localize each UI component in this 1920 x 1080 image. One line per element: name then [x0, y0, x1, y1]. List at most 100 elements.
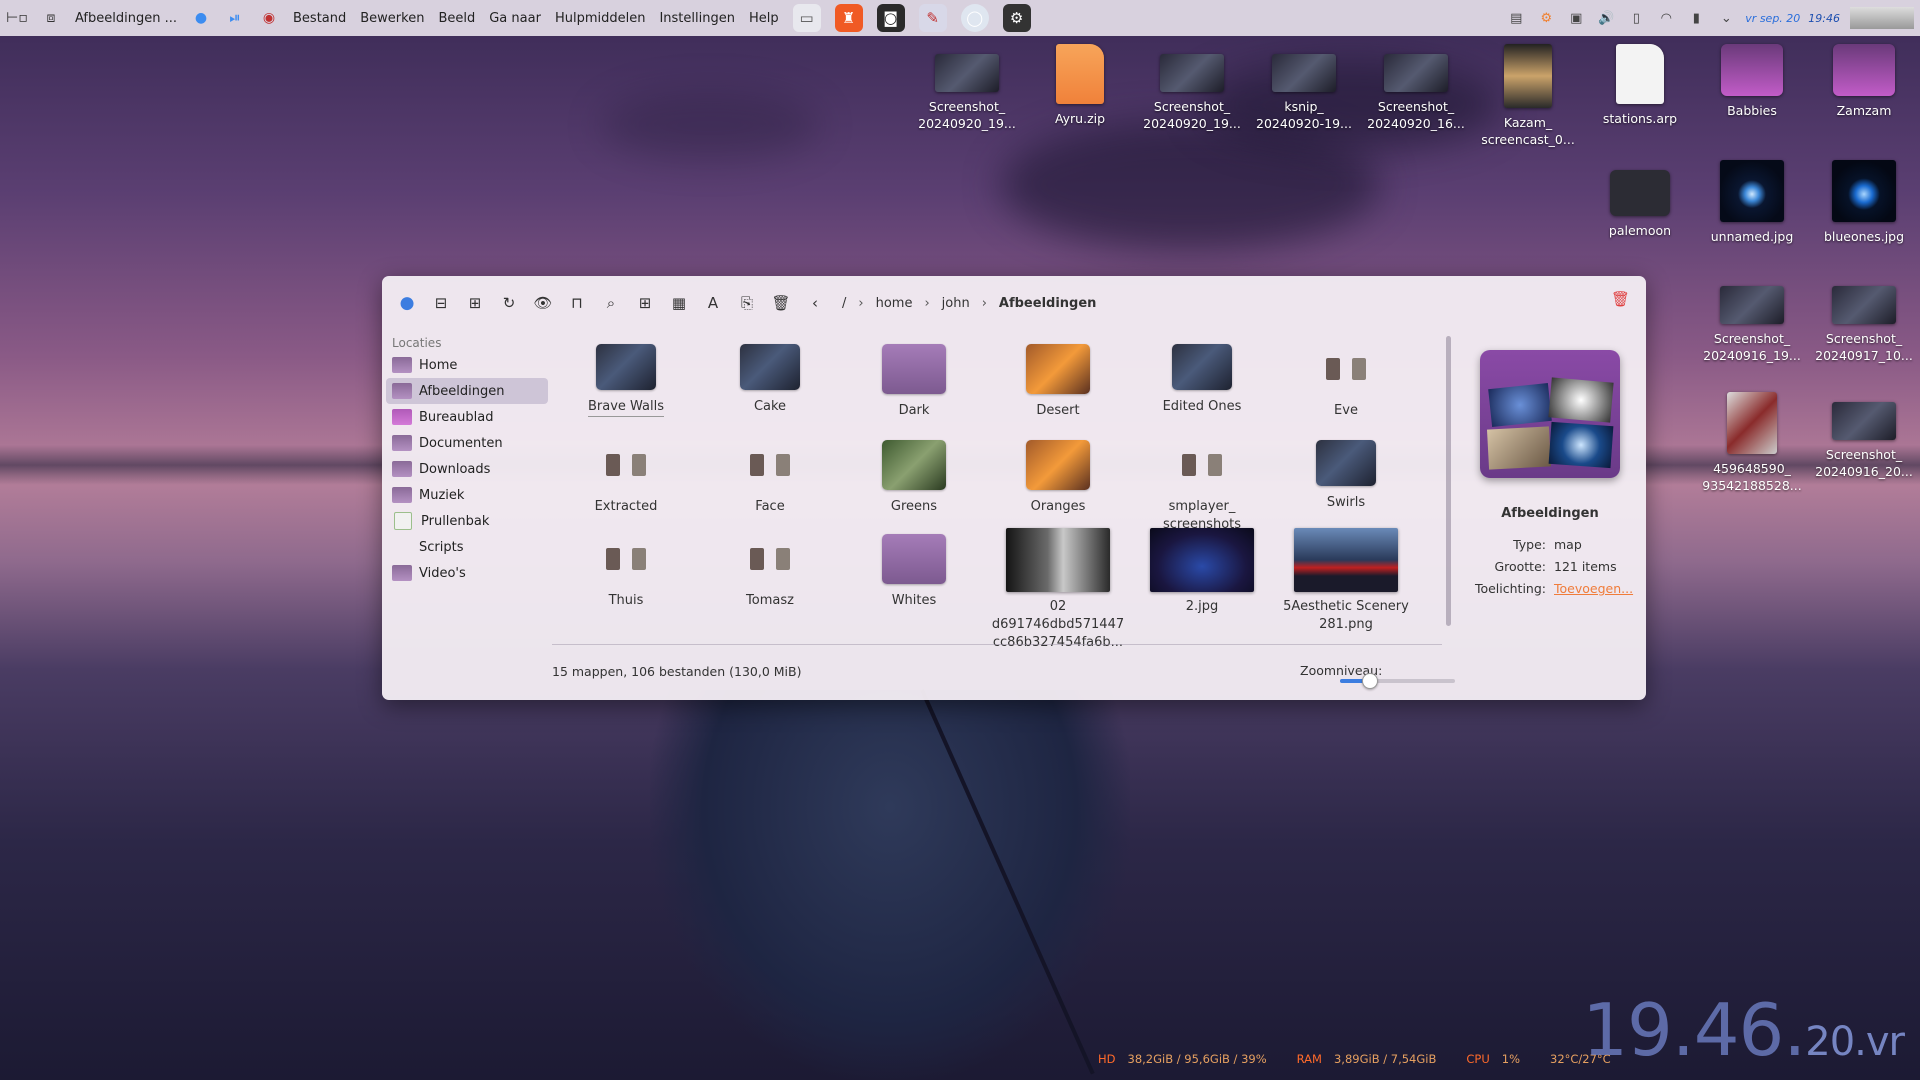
icons-view-icon[interactable]: ⊞	[632, 290, 658, 316]
tray-time[interactable]: 19:46	[1808, 12, 1840, 25]
desktop-icon[interactable]: unnamed.jpg	[1698, 160, 1806, 245]
item-label: 5Aesthetic Scenery 281.png	[1283, 599, 1409, 632]
desktop-icon[interactable]: Kazam_ screencast_0...	[1474, 44, 1582, 148]
moon-app-icon[interactable]: ◯	[960, 4, 989, 32]
camera-app-icon[interactable]: ◙	[876, 4, 905, 32]
record-dot-icon[interactable]: ●	[190, 7, 212, 29]
desktop-icon[interactable]: stations.arp	[1586, 44, 1694, 127]
active-window-title[interactable]: Afbeeldingen ...	[75, 11, 177, 26]
media-play-pause-icon[interactable]: ⏯	[224, 7, 246, 29]
chevron-down-icon[interactable]: ⌄	[1715, 7, 1737, 29]
desktop-icon[interactable]: Ayru.zip	[1026, 44, 1134, 127]
menu-item-hulpmiddelen[interactable]: Hulpmiddelen	[555, 11, 646, 26]
chat-icon[interactable]: ▤	[1505, 7, 1527, 29]
brave-icon[interactable]: ♜	[834, 4, 863, 32]
system-monitor-widget[interactable]	[1850, 7, 1914, 29]
folder-item[interactable]: Oranges	[986, 440, 1130, 516]
folder-item[interactable]: Dark	[842, 344, 986, 420]
item-label: Tomasz	[746, 593, 794, 608]
sidebar-item-muziek[interactable]: Muziek	[386, 482, 548, 508]
folder-icon	[882, 344, 946, 394]
menu-item-ga-naar[interactable]: Ga naar	[489, 11, 541, 26]
desktop-icon[interactable]: ksnip_ 20240920-19...	[1250, 44, 1358, 132]
reload-icon[interactable]: ↻	[496, 290, 522, 316]
sidebar-item-prullenbak[interactable]: Prullenbak	[386, 508, 548, 534]
screenshot-icon[interactable]: ⧈	[40, 7, 62, 29]
breadcrumb-home[interactable]: home	[876, 296, 913, 311]
sidebar-item-home[interactable]: Home	[386, 352, 548, 378]
update-icon[interactable]: ⚙	[1535, 7, 1557, 29]
folder-item[interactable]: Cake	[698, 344, 842, 416]
new-file-icon[interactable]: ⎘	[734, 290, 760, 316]
image-thumbnail	[1150, 528, 1254, 592]
desktop-icon[interactable]: Screenshot_ 20240916_20...	[1810, 392, 1918, 480]
zoom-slider-handle[interactable]	[1361, 673, 1378, 689]
volume-icon[interactable]: 🔊	[1595, 7, 1617, 29]
desktop-icon[interactable]: 459648590_ 93542188528...	[1698, 392, 1806, 494]
desktop-icon[interactable]: Screenshot_ 20240917_10...	[1810, 276, 1918, 364]
folder-item[interactable]: Face	[698, 440, 842, 516]
menu-item-bewerken[interactable]: Bewerken	[360, 11, 424, 26]
panel-sidebar-icon[interactable]: ⊢▫	[6, 7, 28, 29]
add-comment-link[interactable]: Toevoegen...	[1554, 581, 1633, 596]
desktop-icon[interactable]: Screenshot_ 20240916_19...	[1698, 276, 1806, 364]
breadcrumb-john[interactable]: john	[942, 296, 970, 311]
panels-icon[interactable]: ⊞	[462, 290, 488, 316]
menu-item-help[interactable]: Help	[749, 11, 779, 26]
tray-date[interactable]: vr sep. 20	[1745, 12, 1800, 25]
desktop-icon[interactable]: Babbies	[1698, 44, 1806, 119]
folder-item[interactable]: Whites	[842, 534, 986, 610]
back-icon[interactable]: ‹	[802, 290, 828, 316]
rename-icon[interactable]: A	[700, 290, 726, 316]
dolphin-menu-icon[interactable]: ●	[394, 290, 420, 316]
desktop-icon-label: 459648590_ 93542188528...	[1702, 461, 1802, 493]
scrollbar[interactable]	[1446, 336, 1451, 626]
settings-app-icon[interactable]: ⚙	[1002, 4, 1031, 32]
image-file-item[interactable]: 2.jpg	[1130, 528, 1274, 616]
desktop-icon[interactable]: Screenshot_ 20240920_16...	[1362, 44, 1470, 132]
sidebar-item-downloads[interactable]: Downloads	[386, 456, 548, 482]
close-trash-icon[interactable]: 🗑	[1611, 290, 1630, 308]
battery-icon[interactable]: ▮	[1685, 7, 1707, 29]
sidebar-item-afbeeldingen[interactable]: Afbeeldingen	[386, 378, 548, 404]
image-file-item[interactable]: 5Aesthetic Scenery 281.png	[1274, 528, 1418, 634]
menu-item-bestand[interactable]: Bestand	[293, 11, 346, 26]
folder-item[interactable]: Extracted	[554, 440, 698, 516]
folder-item[interactable]: Edited Ones	[1130, 344, 1274, 416]
desktop-icon[interactable]: palemoon	[1586, 160, 1694, 239]
network-icon[interactable]: ◠	[1655, 7, 1677, 29]
split-view-icon[interactable]: ⊟	[428, 290, 454, 316]
folder-item[interactable]: Swirls	[1274, 440, 1418, 512]
bookmark-icon[interactable]: ⊓	[564, 290, 590, 316]
breadcrumb-current[interactable]: Afbeeldingen	[999, 296, 1097, 311]
folder-item[interactable]: smplayer_ screenshots	[1130, 440, 1274, 534]
desktop-icon[interactable]: blueones.jpg	[1810, 160, 1918, 245]
menu-item-instellingen[interactable]: Instellingen	[659, 11, 735, 26]
folder-item[interactable]: Greens	[842, 440, 986, 516]
sidebar-item-documenten[interactable]: Documenten	[386, 430, 548, 456]
preview-icon[interactable]: 👁	[530, 290, 556, 316]
folder-item[interactable]: Desert	[986, 344, 1130, 420]
folder-item[interactable]: Eve	[1274, 344, 1418, 420]
details-view-icon[interactable]: ▦	[666, 290, 692, 316]
folder-item[interactable]: Thuis	[554, 534, 698, 610]
delete-icon[interactable]: 🗑	[768, 290, 794, 316]
sidebar-item-scripts[interactable]: Scripts	[386, 534, 548, 560]
folder-item[interactable]: Tomasz	[698, 534, 842, 610]
sidebar-item-bureaublad[interactable]: Bureaublad	[386, 404, 548, 430]
search-icon[interactable]: ⌕	[598, 290, 624, 316]
files-app-icon[interactable]: ▭	[792, 4, 821, 32]
menu-item-beeld[interactable]: Beeld	[438, 11, 475, 26]
app-circle-icon[interactable]: ◉	[258, 7, 280, 29]
folder-item[interactable]: Brave Walls	[554, 344, 698, 417]
zoom-slider[interactable]	[1340, 673, 1455, 689]
graphics-app-icon[interactable]: ✎	[918, 4, 947, 32]
desktop-icon[interactable]: Zamzam	[1810, 44, 1918, 119]
device-icon[interactable]: ▯	[1625, 7, 1647, 29]
sidebar-item-videos[interactable]: Video's	[386, 560, 548, 586]
image-file-item[interactable]: 02 d691746dbd571447 cc86b327454fa6b...	[986, 528, 1130, 652]
breadcrumb-root[interactable]: /	[842, 296, 846, 311]
desktop-icon[interactable]: Screenshot_ 20240920_19...	[913, 44, 1021, 132]
desktop-icon[interactable]: Screenshot_ 20240920_19...	[1138, 44, 1246, 132]
clipboard-icon[interactable]: ▣	[1565, 7, 1587, 29]
